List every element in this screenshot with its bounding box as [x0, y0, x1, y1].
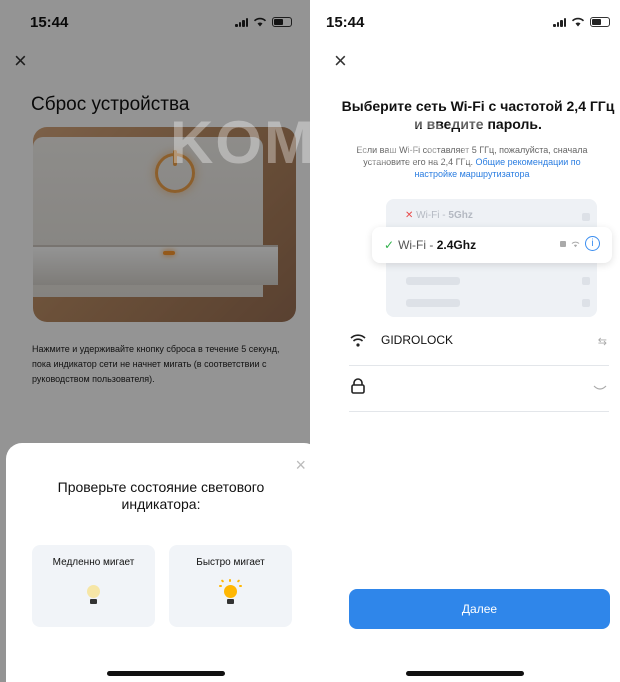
sheet-title: Проверьте состояние светового индикатора… [57, 479, 265, 512]
signal-icon [553, 17, 566, 27]
info-icon: i [585, 236, 600, 251]
page-title: Выберите сеть Wi-Fi с частотой 2,4 ГГц и… [341, 98, 615, 132]
screenshot: 15:44 × Сброс устройства Нажмите и удерж… [0, 0, 620, 682]
lock-mini-icon [560, 240, 566, 247]
close-icon[interactable]: × [334, 50, 347, 72]
wifi-mini-icon [571, 241, 580, 247]
bright-bulb-icon [219, 579, 242, 609]
network-icons: i [560, 236, 600, 251]
option-label: Быстро мигает [196, 557, 265, 568]
home-indicator [107, 671, 225, 676]
frequency-note: Если ваш Wi-Fi составляет 5 ГГц, пожалуй… [342, 144, 602, 180]
wifi-icon [571, 17, 585, 27]
password-field[interactable] [349, 366, 609, 412]
option-label: Медленно мигает [52, 557, 135, 568]
band-2ghz-label: ✓ Wi-Fi - 2.4Ghz [384, 238, 477, 252]
swap-icon[interactable]: ⇆ [598, 335, 607, 348]
reset-device-screen: 15:44 × Сброс устройства Нажмите и удерж… [0, 0, 310, 682]
wifi-setup-screen: 15:44 × Выберите сеть Wi-Fi с частотой 2… [310, 0, 620, 682]
next-button[interactable]: Далее [349, 589, 610, 629]
battery-icon [590, 16, 610, 27]
option-fast-blink[interactable]: Быстро мигает [169, 545, 292, 627]
status-icons [553, 16, 610, 27]
option-slow-blink[interactable]: Медленно мигает [32, 545, 155, 627]
cross-icon: ✕ [405, 210, 414, 221]
band-5ghz-row: ✕ Wi-Fi - 5Ghz [405, 210, 473, 221]
sheet-close-icon[interactable]: × [295, 455, 306, 476]
wifi-band-illustration: ✕ Wi-Fi - 5Ghz ✓ Wi-Fi - 2.4Ghz i [372, 199, 612, 319]
lock-icon [351, 378, 365, 394]
indicator-sheet: × Проверьте состояние светового индикато… [6, 443, 310, 682]
ssid-field[interactable]: GIDROLOCK ⇆ [349, 320, 609, 366]
status-time: 15:44 [326, 14, 365, 31]
wifi-icon [350, 334, 366, 347]
check-icon: ✓ [384, 238, 395, 252]
home-indicator [406, 671, 524, 676]
status-bar: 15:44 [310, 0, 620, 40]
eye-closed-icon[interactable] [593, 384, 607, 392]
dim-bulb-icon [87, 585, 100, 609]
ssid-value: GIDROLOCK [381, 333, 454, 347]
band-2ghz-row: ✓ Wi-Fi - 2.4Ghz i [372, 227, 612, 263]
